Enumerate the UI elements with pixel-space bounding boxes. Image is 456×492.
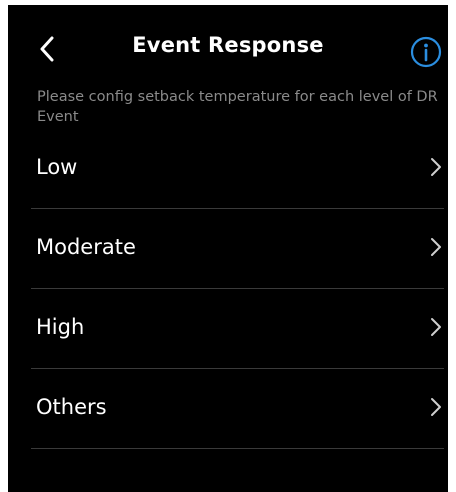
level-label: Low [36, 155, 78, 179]
level-label: High [36, 315, 85, 339]
level-item-high[interactable]: High [31, 289, 444, 369]
level-item-others[interactable]: Others [31, 369, 444, 449]
chevron-right-icon [431, 398, 441, 416]
level-label: Others [36, 395, 107, 419]
dr-level-list: Low Moderate High Others [31, 129, 444, 449]
chevron-right-icon [431, 238, 441, 256]
info-circle-icon [410, 36, 442, 68]
page-title: Event Response [132, 33, 324, 57]
header-bar: Event Response [8, 5, 448, 85]
level-item-moderate[interactable]: Moderate [31, 209, 444, 289]
chevron-right-icon [431, 318, 441, 336]
info-button[interactable] [409, 35, 443, 69]
chevron-right-icon [431, 158, 441, 176]
level-item-low[interactable]: Low [31, 129, 444, 209]
event-response-screen: Event Response Please config setback tem… [8, 5, 448, 492]
setback-description: Please config setback temperature for ea… [37, 89, 438, 125]
level-label: Moderate [36, 235, 136, 259]
